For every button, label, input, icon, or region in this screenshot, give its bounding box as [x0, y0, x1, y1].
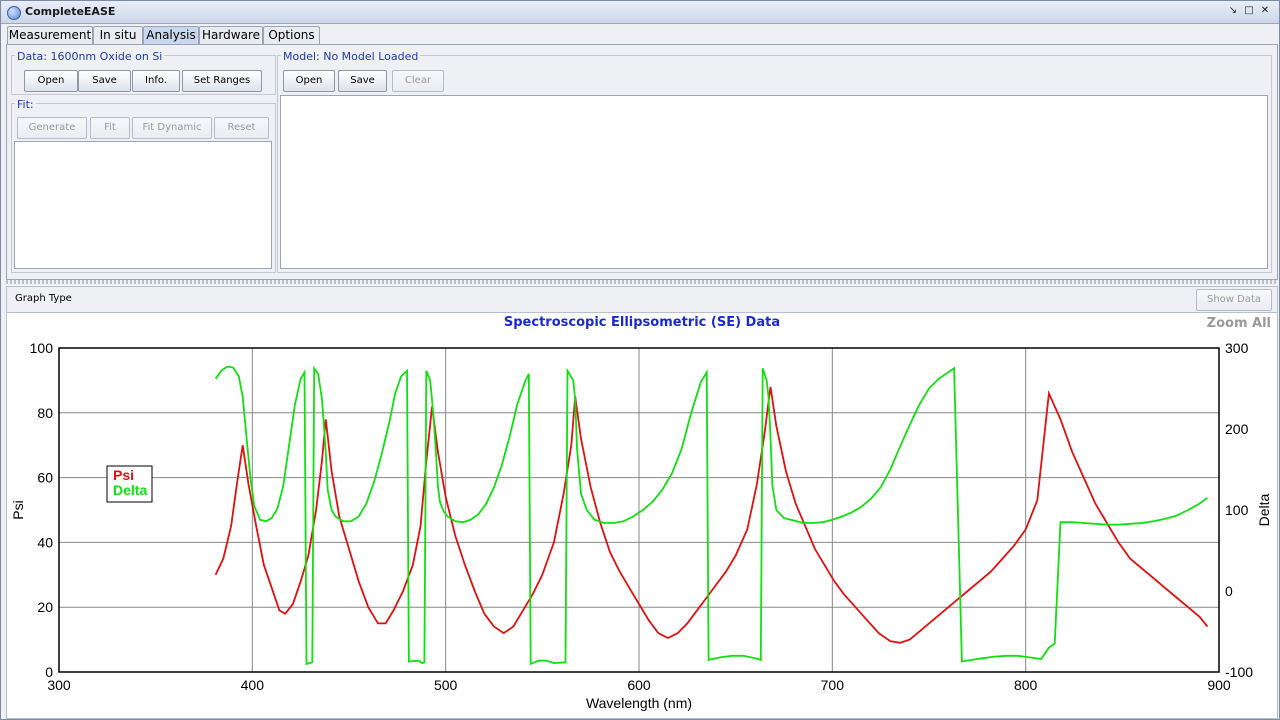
model-area[interactable] — [280, 95, 1268, 269]
model-open-button[interactable]: Open — [283, 70, 335, 92]
analysis-panel: Data: 1600nm Oxide on Si Open Save Info.… — [6, 44, 1278, 280]
window-title: CompleteEASE — [25, 5, 116, 18]
y2-tick-label: 200 — [1225, 421, 1249, 437]
y-tick-label: 100 — [30, 340, 54, 356]
x-tick-label: 400 — [241, 677, 265, 693]
model-clear-button[interactable]: Clear — [392, 70, 444, 92]
legend-entry-psi: Psi — [113, 467, 134, 483]
y2-tick-label: 300 — [1225, 340, 1249, 356]
y2-tick-label: 0 — [1225, 583, 1233, 599]
y-tick-label: 40 — [37, 534, 53, 550]
model-save-button[interactable]: Save — [338, 70, 387, 92]
splitter-handle[interactable] — [6, 280, 1276, 284]
minimize-icon[interactable]: ↘ — [1227, 5, 1239, 17]
show-data-button[interactable]: Show Data — [1196, 289, 1272, 311]
x-axis-label: Wavelength (nm) — [586, 695, 692, 711]
title-bar: CompleteEASE ↘ □ ✕ — [1, 1, 1279, 24]
data-open-button[interactable]: Open — [24, 70, 78, 92]
x-tick-label: 600 — [627, 677, 651, 693]
y-axis-label: Psi — [10, 500, 26, 519]
x-tick-label: 700 — [821, 677, 845, 693]
tab-in-situ[interactable]: In situ — [93, 26, 143, 44]
y-tick-label: 20 — [37, 599, 53, 615]
y2-tick-label: -100 — [1225, 664, 1253, 680]
y-tick-label: 60 — [37, 470, 53, 486]
se-chart[interactable]: 300 400 500 600 700 800 900020406080100-100010… — [7, 313, 1277, 718]
y-tick-label: 80 — [37, 405, 53, 421]
graph-panel: Spectroscopic Ellipsometric (SE) Data Zo… — [6, 312, 1278, 719]
fit-dynamic-button[interactable]: Fit Dynamic — [132, 117, 212, 139]
data-group-title: Data: 1600nm Oxide on Si — [15, 50, 165, 63]
series-line-delta — [214, 365, 1208, 666]
series-line-psi — [214, 386, 1209, 644]
app-logo-icon — [7, 6, 21, 20]
data-info-button[interactable]: Info. — [132, 70, 180, 92]
y2-axis-label: Delta — [1256, 493, 1272, 526]
tab-options[interactable]: Options — [263, 26, 320, 44]
fit-group-title: Fit: — [15, 98, 36, 111]
graph-type-label[interactable]: Graph Type — [15, 293, 72, 304]
graph-type-bar: Graph Type Show Data — [6, 286, 1278, 313]
y-tick-label: 0 — [45, 664, 53, 680]
model-group-title: Model: No Model Loaded — [281, 50, 421, 63]
fit-results-area[interactable] — [14, 141, 272, 269]
app-window: CompleteEASE ↘ □ ✕ Measurement In situ A… — [0, 0, 1280, 720]
x-tick-label: 800 — [1014, 677, 1038, 693]
tab-measurement[interactable]: Measurement — [7, 26, 93, 44]
x-tick-label: 500 — [434, 677, 458, 693]
fit-button[interactable]: Fit — [90, 117, 130, 139]
close-icon[interactable]: ✕ — [1259, 5, 1271, 17]
reset-button[interactable]: Reset — [214, 117, 269, 139]
set-ranges-button[interactable]: Set Ranges — [182, 70, 262, 92]
data-save-button[interactable]: Save — [78, 70, 131, 92]
maximize-icon[interactable]: □ — [1243, 5, 1255, 17]
tab-analysis[interactable]: Analysis — [143, 26, 199, 44]
y2-tick-label: 100 — [1225, 502, 1249, 518]
legend-entry-delta: Delta — [113, 482, 147, 498]
generate-button[interactable]: Generate — [17, 117, 87, 139]
tab-hardware[interactable]: Hardware — [199, 26, 263, 44]
